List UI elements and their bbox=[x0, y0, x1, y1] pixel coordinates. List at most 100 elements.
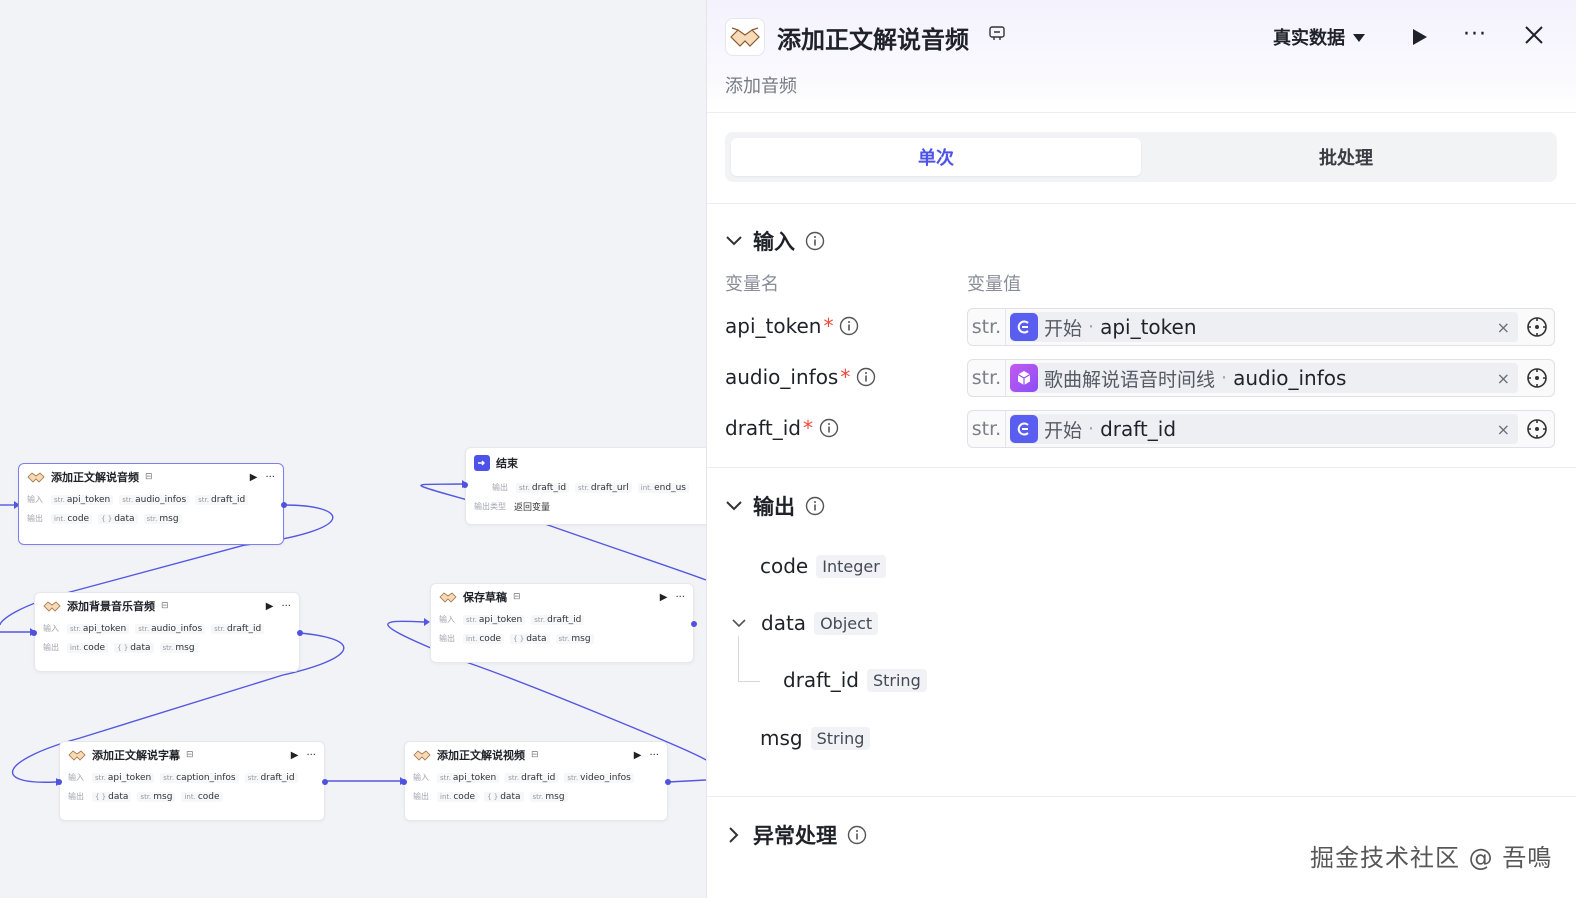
clear-icon[interactable]: × bbox=[1497, 318, 1510, 337]
outputs-label: 输出 bbox=[492, 483, 508, 492]
output-type-value: 返回变量 bbox=[514, 503, 551, 513]
watermark: 掘金技术社区 @ 吾鳴 bbox=[1310, 844, 1553, 872]
output-chip: str. draft_id bbox=[516, 482, 570, 493]
output-chip: int. code bbox=[437, 791, 479, 802]
handshake-icon bbox=[27, 470, 45, 484]
info-icon[interactable] bbox=[847, 825, 867, 845]
more-icon[interactable]: ··· bbox=[675, 592, 685, 603]
output-field-draft-id: draft_id String bbox=[783, 668, 927, 692]
node-save-draft[interactable]: 保存草稿 ⊟ ▶ ··· 输入 str. api_token str. draft_… bbox=[430, 583, 697, 663]
node-title: 添加背景音乐音频 bbox=[67, 600, 155, 613]
variable-picker-icon[interactable] bbox=[1519, 309, 1555, 345]
run-icon[interactable]: ▶ bbox=[250, 472, 258, 483]
workflow-canvas[interactable]: 添加正文解说音频 ⊟ ▶ ··· 输入 str. api_token str. au… bbox=[0, 0, 706, 898]
data-mode-dropdown[interactable]: 真实数据 bbox=[1273, 24, 1365, 50]
node-end[interactable]: 结束 输出 str. draft_id str. draft_url int. end… bbox=[462, 447, 706, 525]
panel-header: 添加正文解说音频 添加音频 真实数据 ··· bbox=[707, 0, 1576, 113]
type-label: str. bbox=[968, 309, 1006, 345]
var-value-audio-infos[interactable]: str. 歌曲解说语音时间线 · audio_infos × bbox=[967, 359, 1555, 397]
input-port[interactable] bbox=[462, 482, 468, 488]
tab-single[interactable]: 单次 bbox=[731, 138, 1141, 176]
start-node-icon bbox=[1010, 415, 1038, 443]
type-tag: Integer bbox=[816, 554, 886, 578]
output-chip: str. msg bbox=[137, 791, 176, 802]
input-port[interactable] bbox=[31, 630, 37, 636]
run-icon[interactable]: ▶ bbox=[634, 750, 642, 761]
run-icon[interactable]: ▶ bbox=[291, 750, 299, 761]
handshake-icon bbox=[439, 590, 457, 604]
more-icon[interactable]: ··· bbox=[1463, 22, 1487, 47]
output-chip: str. msg bbox=[143, 513, 182, 524]
run-icon[interactable]: ▶ bbox=[266, 601, 274, 612]
output-port[interactable] bbox=[665, 779, 671, 785]
outputs-label: 输出 bbox=[27, 514, 43, 523]
variable-reference[interactable]: 开始 · api_token × bbox=[1010, 312, 1518, 342]
variable-reference[interactable]: 歌曲解说语音时间线 · audio_infos × bbox=[1010, 363, 1518, 393]
variable-reference[interactable]: 开始 · draft_id × bbox=[1010, 414, 1518, 444]
chevron-down-icon[interactable] bbox=[729, 614, 749, 632]
type-tag: Object bbox=[814, 611, 879, 635]
input-section-header[interactable]: 输入 bbox=[725, 226, 825, 256]
ref-var-name: audio_infos bbox=[1233, 366, 1347, 390]
output-port[interactable] bbox=[297, 630, 303, 636]
node-add-bgm-audio[interactable]: 添加背景音乐音频 ⊟ ▶ ··· 输入 str. api_token str. au… bbox=[31, 592, 303, 672]
input-port[interactable] bbox=[401, 779, 407, 785]
more-icon[interactable]: ··· bbox=[265, 472, 275, 483]
output-port[interactable] bbox=[281, 502, 287, 508]
output-chip: { } data bbox=[114, 642, 154, 653]
info-icon[interactable] bbox=[805, 231, 825, 251]
node-add-narration-video[interactable]: 添加正文解说视频 ⊟ ▶ ··· 输入 str. api_token str. dr… bbox=[401, 741, 671, 821]
output-field-msg: msg String bbox=[760, 726, 871, 750]
exception-section-header[interactable]: 异常处理 bbox=[725, 820, 867, 850]
output-field-data[interactable]: data Object bbox=[729, 611, 879, 635]
ref-var-name: draft_id bbox=[1100, 417, 1177, 441]
output-chip: { } data bbox=[484, 791, 524, 802]
more-icon[interactable]: ··· bbox=[649, 750, 659, 761]
input-chip: str. draft_id bbox=[244, 772, 298, 783]
plugin-icon: ⊟ bbox=[513, 592, 521, 602]
plugin-icon[interactable] bbox=[988, 24, 1006, 46]
type-label: str. bbox=[968, 411, 1006, 447]
output-port[interactable] bbox=[322, 779, 328, 785]
run-icon[interactable]: ▶ bbox=[660, 592, 668, 603]
tab-batch[interactable]: 批处理 bbox=[1141, 138, 1551, 176]
info-icon[interactable] bbox=[819, 418, 839, 438]
inputs-label: 输入 bbox=[43, 624, 59, 633]
info-icon[interactable] bbox=[856, 367, 876, 387]
run-mode-tabs: 单次 批处理 bbox=[725, 132, 1557, 182]
input-port[interactable] bbox=[56, 779, 62, 785]
handshake-icon bbox=[413, 748, 431, 762]
output-type-label: 输出类型 bbox=[474, 502, 506, 511]
info-icon[interactable] bbox=[805, 496, 825, 516]
caret-down-icon bbox=[1353, 27, 1365, 48]
more-icon[interactable]: ··· bbox=[306, 750, 316, 761]
required-mark: * bbox=[840, 365, 851, 389]
tree-connector bbox=[738, 636, 760, 682]
node-add-narration-audio[interactable]: 添加正文解说音频 ⊟ ▶ ··· 输入 str. api_token str. au… bbox=[18, 463, 287, 545]
output-port[interactable] bbox=[691, 621, 697, 627]
clear-icon[interactable]: × bbox=[1497, 369, 1510, 388]
variable-picker-icon[interactable] bbox=[1519, 360, 1555, 396]
node-add-narration-caption[interactable]: 添加正文解说字幕 ⊟ ▶ ··· 输入 str. api_token str. ca… bbox=[56, 741, 328, 821]
var-value-draft-id[interactable]: str. 开始 · draft_id × bbox=[967, 410, 1555, 448]
clear-icon[interactable]: × bbox=[1497, 420, 1510, 439]
input-chip: str. draft_id bbox=[211, 623, 265, 634]
close-icon[interactable] bbox=[1521, 22, 1547, 48]
var-value-api-token[interactable]: str. 开始 · api_token × bbox=[967, 308, 1555, 346]
output-chip: int. end_us bbox=[637, 482, 689, 493]
handshake-icon bbox=[68, 748, 86, 762]
var-name-audio-infos: audio_infos * bbox=[725, 365, 876, 389]
inputs-label: 输入 bbox=[27, 495, 43, 504]
ref-node-name: 开始 bbox=[1044, 317, 1083, 340]
run-button[interactable] bbox=[1407, 24, 1433, 50]
panel-title[interactable]: 添加正文解说音频 bbox=[777, 20, 969, 55]
ref-var-name: api_token bbox=[1100, 315, 1197, 339]
output-chip: int. code bbox=[67, 642, 109, 653]
more-icon[interactable]: ··· bbox=[281, 601, 291, 612]
panel-subtitle[interactable]: 添加音频 bbox=[725, 72, 797, 98]
start-node-icon bbox=[1010, 313, 1038, 341]
output-section-header[interactable]: 输出 bbox=[725, 491, 825, 521]
variable-picker-icon[interactable] bbox=[1519, 411, 1555, 447]
info-icon[interactable] bbox=[839, 316, 859, 336]
required-mark: * bbox=[802, 416, 813, 440]
